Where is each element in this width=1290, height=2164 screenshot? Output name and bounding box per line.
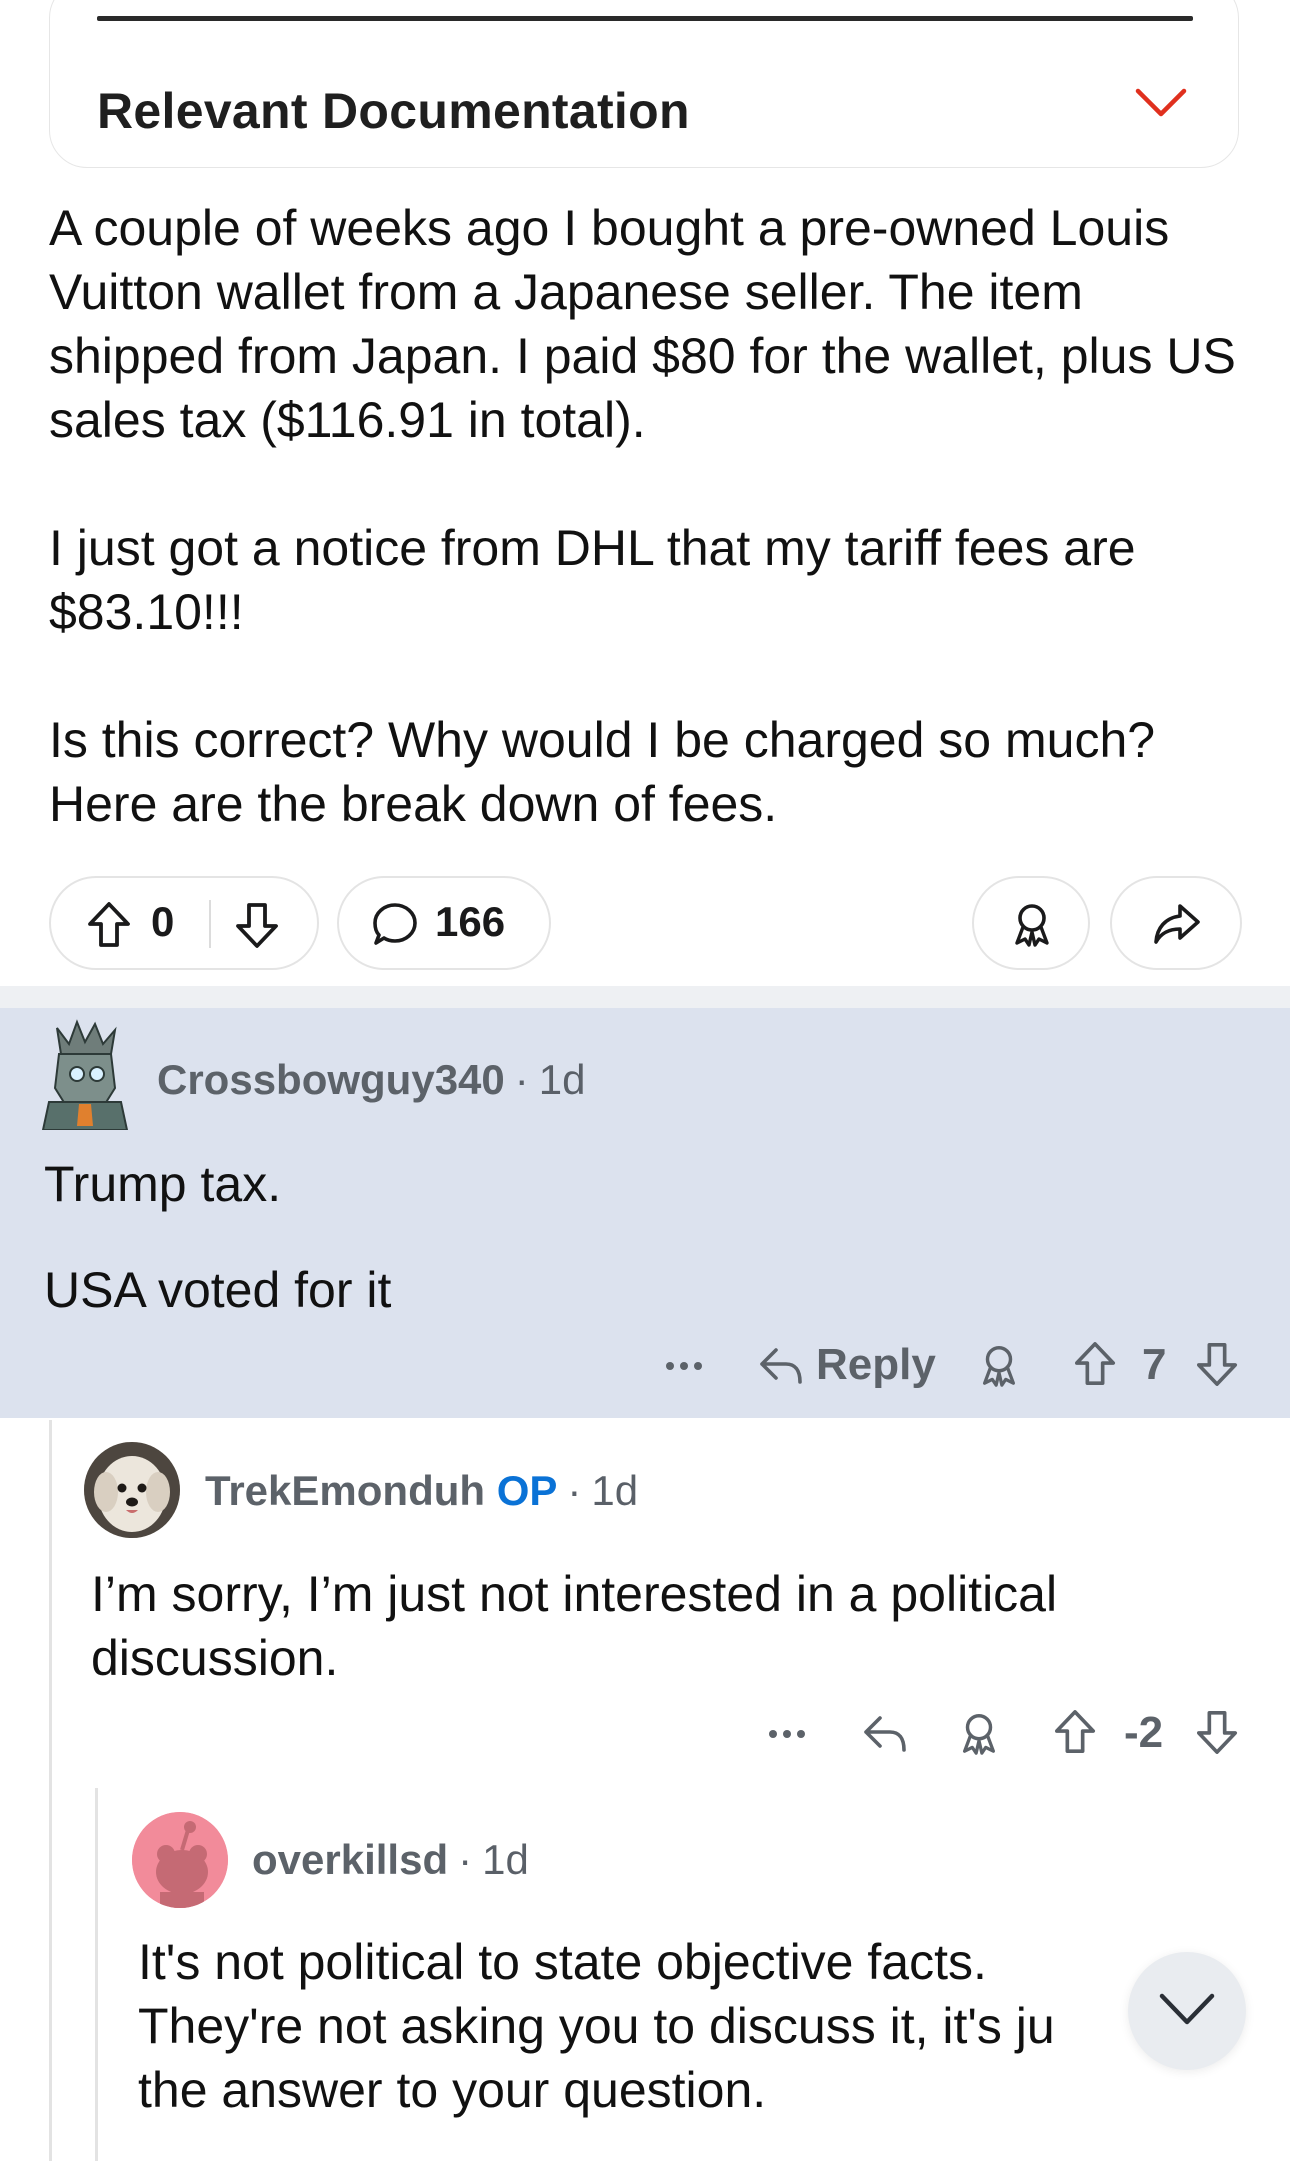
op-badge: OP xyxy=(496,1467,558,1514)
arrow-down-icon[interactable] xyxy=(1194,1340,1240,1388)
award-icon[interactable] xyxy=(976,1342,1022,1388)
share-arrow-icon xyxy=(1152,900,1202,948)
thread-line[interactable] xyxy=(95,1788,98,2161)
chevron-down-icon xyxy=(1159,1993,1215,2025)
comment-meta: TrekEmonduh OP · 1d xyxy=(205,1467,638,1515)
comment-paragraph: USA voted for it xyxy=(44,1262,392,1318)
share-button[interactable] xyxy=(1110,876,1242,970)
comment-username[interactable]: TrekEmonduh xyxy=(205,1467,485,1514)
separator-dot: · xyxy=(567,1467,582,1514)
divider xyxy=(97,16,1193,21)
comments-button[interactable]: 166 xyxy=(337,876,551,970)
reply-arrow-icon[interactable] xyxy=(860,1712,908,1756)
more-dots-icon[interactable] xyxy=(767,1728,807,1740)
relevant-documentation-title: Relevant Documentation xyxy=(97,83,690,139)
reply-arrow-icon[interactable] xyxy=(756,1344,804,1388)
award-icon xyxy=(1008,900,1056,948)
more-dots-icon[interactable] xyxy=(664,1360,704,1372)
comment-age: 1d xyxy=(482,1836,529,1883)
avatar[interactable] xyxy=(132,1812,228,1908)
post-paragraph: I just got a notice from DHL that my tar… xyxy=(49,520,1136,640)
separator-dot: · xyxy=(514,1056,529,1103)
comment-body: Trump tax. USA voted for it xyxy=(44,1152,1244,1364)
scroll-next-button[interactable] xyxy=(1128,1952,1246,2070)
arrow-down-icon[interactable] xyxy=(1194,1708,1240,1756)
separator-dot: · xyxy=(458,1836,473,1883)
comment-username[interactable]: Crossbowguy340 xyxy=(157,1056,505,1103)
speech-bubble-icon xyxy=(371,900,419,948)
post-vote-control: 0 xyxy=(49,876,319,970)
comment-paragraph: It's not political to state objective fa… xyxy=(138,1934,1055,2118)
comment-body: It's not political to state objective fa… xyxy=(138,1930,1138,2164)
post-body: A couple of weeks ago I bought a pre-own… xyxy=(49,196,1259,900)
comment-meta: overkillsd · 1d xyxy=(252,1836,529,1884)
post-paragraph: A couple of weeks ago I bought a pre-own… xyxy=(49,200,1236,448)
divider xyxy=(209,900,211,948)
award-icon[interactable] xyxy=(956,1710,1002,1756)
reply-button[interactable]: Reply xyxy=(816,1340,936,1390)
arrow-up-icon[interactable] xyxy=(85,900,133,950)
chevron-down-icon[interactable] xyxy=(1134,86,1188,120)
comment-paragraph: I’m sorry, I’m just not interested in a … xyxy=(91,1566,1058,1686)
thread-line[interactable] xyxy=(49,1420,52,2161)
arrow-down-icon[interactable] xyxy=(233,900,281,950)
comment-meta: Crossbowguy340 · 1d xyxy=(157,1056,586,1104)
award-button[interactable] xyxy=(972,876,1090,970)
comment-age: 1d xyxy=(591,1467,639,1514)
post-paragraph: Is this correct? Why would I be charged … xyxy=(49,712,1156,832)
arrow-up-icon[interactable] xyxy=(1072,1340,1118,1388)
comment-username[interactable]: overkillsd xyxy=(252,1836,448,1883)
comment-body: I’m sorry, I’m just not interested in a … xyxy=(91,1562,1211,1732)
comment-paragraph: Trump tax. xyxy=(44,1156,282,1212)
comment-score: -2 xyxy=(1124,1708,1164,1757)
comment-count: 166 xyxy=(435,898,506,945)
post-vote-count: 0 xyxy=(151,898,175,945)
arrow-up-icon[interactable] xyxy=(1052,1708,1098,1756)
avatar[interactable] xyxy=(84,1442,180,1538)
avatar[interactable] xyxy=(35,1018,133,1130)
comment-score: 7 xyxy=(1142,1340,1167,1389)
comment-age: 1d xyxy=(538,1056,586,1103)
section-divider xyxy=(0,986,1290,1008)
